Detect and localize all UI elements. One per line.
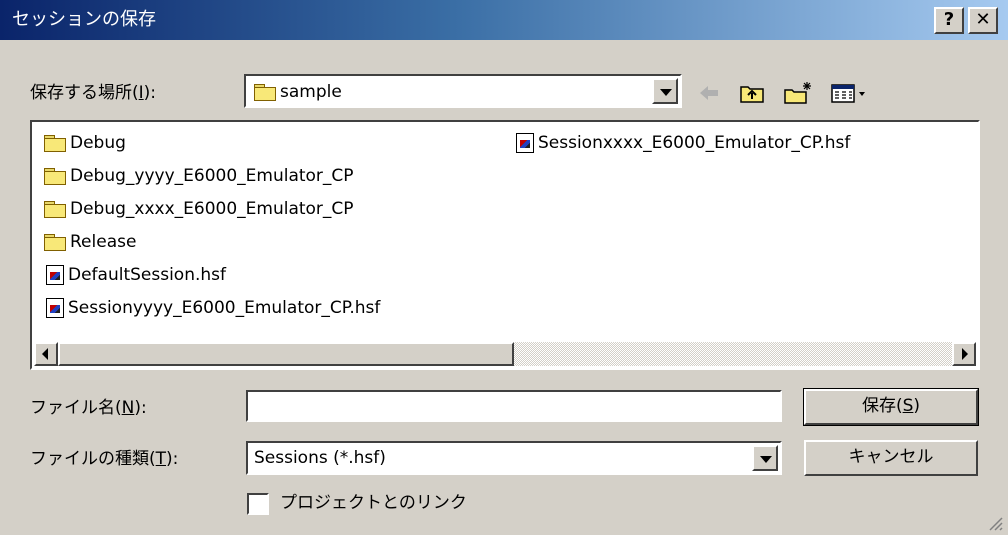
save-button[interactable]: 保存(S) (803, 388, 979, 426)
help-button[interactable]: ? (934, 7, 964, 34)
list-item[interactable]: Release (44, 229, 136, 255)
new-folder-icon[interactable] (782, 80, 814, 106)
window-title: セッションの保存 (12, 9, 156, 30)
folder-icon (44, 167, 66, 185)
scroll-left-button[interactable] (34, 342, 58, 366)
link-project-checkbox[interactable] (247, 493, 269, 515)
filetype-value: Sessions (*.hsf) (254, 448, 386, 468)
list-item[interactable]: Debug_yyyy_E6000_Emulator_CP (44, 163, 354, 189)
file-list[interactable]: Debug Debug_yyyy_E6000_Emulator_CP Debug… (30, 120, 980, 370)
list-item[interactable]: Debug_xxxx_E6000_Emulator_CP (44, 196, 354, 222)
save-in-dropdown-button[interactable] (652, 78, 678, 104)
filetype-combo[interactable]: Sessions (*.hsf) (246, 441, 782, 475)
save-in-label: 保存する場所(I): (30, 83, 157, 103)
right-arrow-icon (962, 348, 968, 360)
filename-input[interactable] (246, 390, 782, 422)
left-arrow-icon (42, 348, 48, 360)
cancel-button[interactable]: キャンセル (804, 440, 978, 476)
save-in-combo[interactable]: sample (244, 74, 682, 108)
scroll-thumb[interactable] (58, 342, 514, 366)
hsf-file-icon (46, 265, 64, 285)
list-item[interactable]: Sessionyyyy_E6000_Emulator_CP.hsf (46, 295, 380, 321)
filetype-label: ファイルの種類(T): (30, 449, 179, 469)
filename-label: ファイル名(N): (30, 398, 147, 418)
scroll-right-button[interactable] (952, 342, 976, 366)
folder-icon (44, 233, 66, 251)
folder-icon (44, 134, 66, 152)
up-folder-icon[interactable] (738, 80, 766, 106)
link-project-label: プロジェクトとのリンク (280, 493, 467, 513)
resize-grip-icon[interactable] (986, 514, 1004, 532)
view-menu-icon[interactable] (830, 80, 872, 106)
list-item[interactable]: Sessionxxxx_E6000_Emulator_CP.hsf (516, 130, 850, 156)
current-folder-name: sample (280, 82, 342, 102)
list-item[interactable]: Debug (44, 130, 126, 156)
close-button[interactable]: ✕ (968, 7, 998, 34)
filetype-dropdown-button[interactable] (752, 445, 778, 471)
back-arrow-icon[interactable] (696, 80, 722, 106)
list-item[interactable]: DefaultSession.hsf (46, 262, 226, 288)
hsf-file-icon (46, 298, 64, 318)
folder-icon (44, 200, 66, 218)
hsf-file-icon (516, 133, 534, 153)
folder-icon (254, 83, 276, 101)
